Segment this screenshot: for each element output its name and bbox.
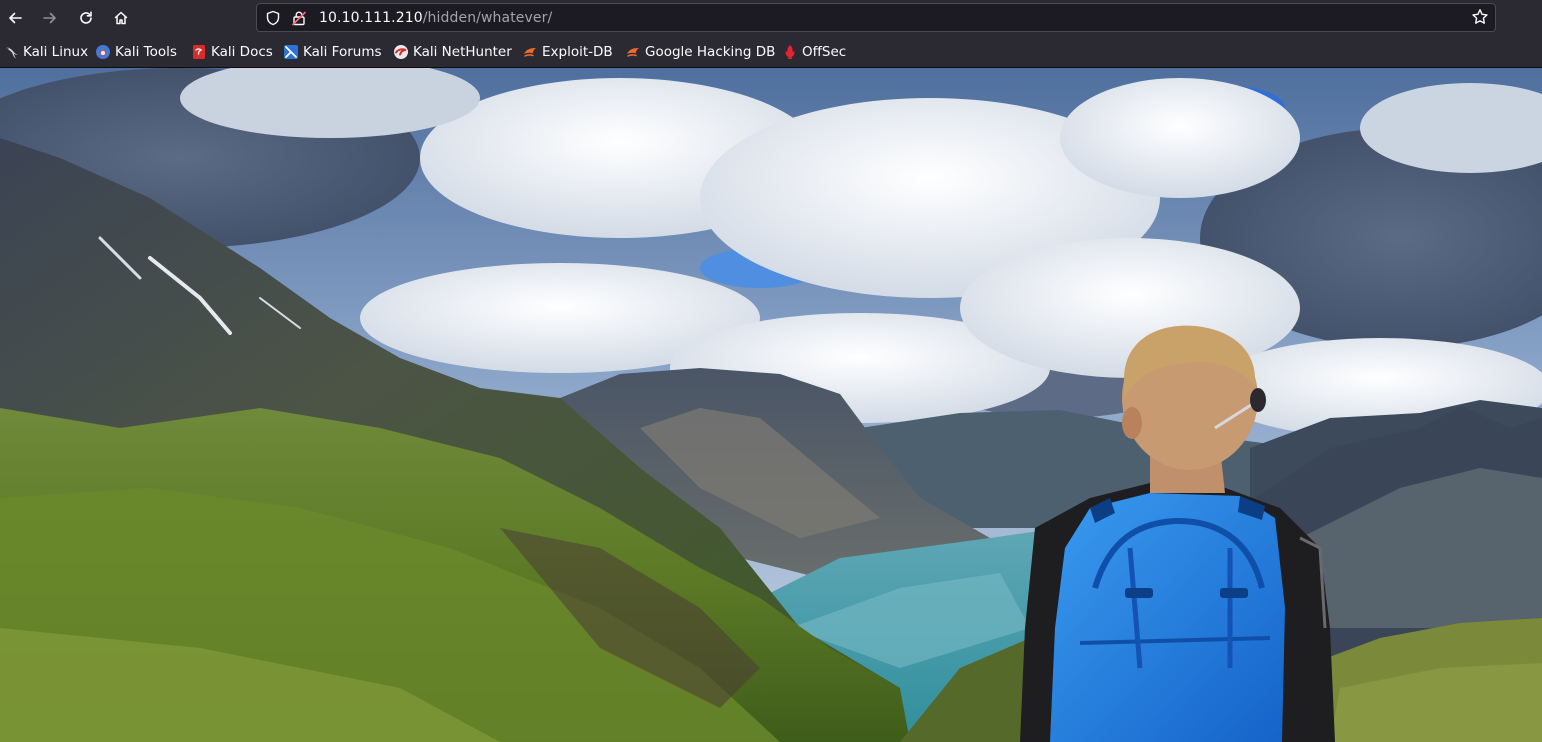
kali-forums-icon — [283, 44, 299, 60]
bookmark-star-icon[interactable] — [1471, 8, 1489, 26]
kali-docs-icon — [191, 44, 207, 60]
url-path: /hidden/whatever/ — [422, 10, 553, 26]
bookmark-label: Exploit-DB — [542, 44, 613, 60]
home-button[interactable] — [107, 4, 135, 32]
bookmark-label: Kali Linux — [23, 44, 89, 60]
hiker-mountain-fjord-photo — [0, 68, 1542, 742]
reload-icon — [78, 10, 94, 26]
insecure-connection-lock-icon[interactable] — [290, 9, 308, 27]
bookmark-google-hacking-db[interactable]: Google Hacking DB — [625, 43, 775, 61]
forward-icon — [42, 10, 58, 26]
back-button[interactable] — [1, 4, 29, 32]
url-text[interactable]: 10.10.111.210/hidden/whatever/ — [319, 10, 552, 27]
url-host: 10.10.111.210 — [319, 10, 423, 26]
bookmark-label: Google Hacking DB — [645, 44, 776, 60]
kali-tools-icon — [95, 44, 111, 60]
bookmark-kali-forums[interactable]: Kali Forums — [283, 43, 382, 61]
bookmark-exploit-db[interactable]: Exploit-DB — [522, 43, 613, 61]
google-hacking-db-icon — [625, 44, 641, 60]
tracking-protection-shield-icon[interactable] — [264, 9, 282, 27]
page-viewport — [0, 68, 1542, 742]
forward-button[interactable] — [36, 4, 64, 32]
home-icon — [113, 10, 129, 26]
back-icon — [7, 10, 23, 26]
bookmark-kali-tools[interactable]: Kali Tools — [95, 43, 177, 61]
bookmark-label: Kali Docs — [211, 44, 273, 60]
browser-window: 10.10.111.210/hidden/whatever/ Kali Linu… — [0, 0, 1542, 742]
address-bar[interactable]: 10.10.111.210/hidden/whatever/ — [256, 3, 1496, 32]
reload-button[interactable] — [72, 4, 100, 32]
kali-dragon-icon — [3, 44, 19, 60]
bookmark-label: Kali NetHunter — [413, 44, 512, 60]
navigation-toolbar: 10.10.111.210/hidden/whatever/ — [0, 0, 1542, 36]
bookmark-kali-docs[interactable]: Kali Docs — [191, 43, 273, 61]
offsec-icon — [782, 44, 798, 60]
kali-nethunter-icon — [393, 44, 409, 60]
exploit-db-icon — [522, 44, 538, 60]
bookmark-label: OffSec — [802, 44, 847, 60]
bookmark-kali-nethunter[interactable]: Kali NetHunter — [393, 43, 512, 61]
bookmark-label: Kali Forums — [303, 44, 382, 60]
bookmark-label: Kali Tools — [115, 44, 177, 60]
bookmarks-toolbar: Kali Linux Kali Tools Kali Docs Kali For… — [0, 36, 1542, 68]
bookmark-kali-linux[interactable]: Kali Linux — [3, 43, 88, 61]
bookmark-offsec[interactable]: OffSec — [782, 43, 846, 61]
